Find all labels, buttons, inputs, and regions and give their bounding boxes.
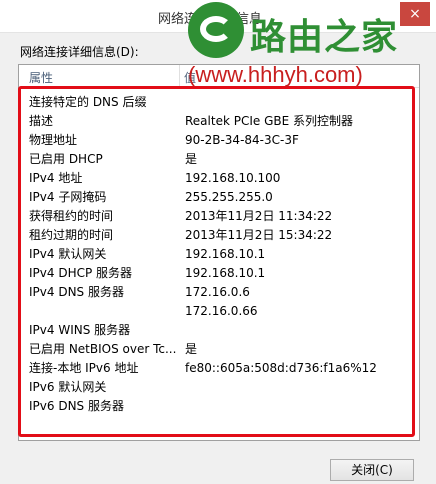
- table-row[interactable]: 连接-本地 IPv6 地址 fe80::605a:508d:d736:f1a6%1…: [29, 359, 414, 378]
- table-row[interactable]: IPv4 DHCP 服务器 192.168.10.1: [29, 264, 414, 283]
- value-cell: 2013年11月2日 11:34:22: [185, 209, 333, 223]
- close-button[interactable]: 关闭(C): [330, 459, 414, 481]
- table-row[interactable]: IPv6 默认网关: [29, 378, 414, 397]
- value-cell: 是: [185, 342, 198, 356]
- table-row[interactable]: IPv6 DNS 服务器: [29, 397, 414, 416]
- window-close-icon[interactable]: ×: [400, 2, 430, 26]
- list-header: 属性 值: [19, 65, 419, 88]
- table-row[interactable]: 172.16.0.66: [29, 302, 414, 321]
- value-cell: 2013年11月2日 15:34:22: [185, 228, 333, 242]
- table-row[interactable]: 租约过期的时间 2013年11月2日 15:34:22: [29, 226, 414, 245]
- details-listview[interactable]: 属性 值 连接特定的 DNS 后缀 描述 Realtek PCIe GBE 系列控制…: [18, 64, 420, 441]
- property-cell: 租约过期的时间: [29, 228, 114, 242]
- details-rows: 连接特定的 DNS 后缀 描述 Realtek PCIe GBE 系列控制器物理地址…: [29, 93, 414, 416]
- value-cell: 192.168.10.1: [185, 247, 266, 261]
- table-row[interactable]: IPv4 DNS 服务器 172.16.0.6: [29, 283, 414, 302]
- property-cell: 连接特定的 DNS 后缀: [29, 95, 147, 109]
- property-cell: IPv4 WINS 服务器: [29, 323, 131, 337]
- value-cell: 是: [185, 152, 198, 166]
- column-header-property[interactable]: 属性: [29, 69, 53, 86]
- value-cell: 172.16.0.66: [185, 304, 258, 318]
- column-header-value[interactable]: 值: [184, 69, 196, 86]
- value-cell: 192.168.10.1: [185, 266, 266, 280]
- property-cell: IPv4 DNS 服务器: [29, 285, 124, 299]
- property-cell: IPv4 DHCP 服务器: [29, 266, 133, 280]
- table-row[interactable]: IPv4 地址 192.168.10.100: [29, 169, 414, 188]
- property-cell: 描述: [29, 114, 54, 128]
- table-row[interactable]: 连接特定的 DNS 后缀: [29, 93, 414, 112]
- table-row[interactable]: 描述 Realtek PCIe GBE 系列控制器: [29, 112, 414, 131]
- property-cell: 物理地址: [29, 133, 78, 147]
- property-cell: IPv4 默认网关: [29, 247, 107, 261]
- property-cell: 已启用 DHCP: [29, 152, 103, 166]
- property-cell: IPv6 默认网关: [29, 380, 107, 394]
- property-cell: 获得租约的时间: [29, 209, 114, 223]
- property-cell: 连接-本地 IPv6 地址: [29, 361, 139, 375]
- table-row[interactable]: IPv4 子网掩码 255.255.255.0: [29, 188, 414, 207]
- window-title: 网络连接详细信息: [158, 12, 263, 27]
- value-cell: Realtek PCIe GBE 系列控制器: [185, 114, 354, 128]
- value-cell: 172.16.0.6: [185, 285, 250, 299]
- value-cell: 255.255.255.0: [185, 190, 273, 204]
- table-row[interactable]: 已启用 DHCP 是: [29, 150, 414, 169]
- table-row[interactable]: IPv4 WINS 服务器: [29, 321, 414, 340]
- value-cell: 192.168.10.100: [185, 171, 281, 185]
- details-label: 网络连接详细信息(D):: [20, 45, 139, 59]
- column-divider[interactable]: [179, 65, 180, 87]
- table-row[interactable]: IPv4 默认网关 192.168.10.1: [29, 245, 414, 264]
- property-cell: 已启用 NetBIOS over Tc...: [29, 342, 177, 356]
- title-bar: 网络连接详细信息 ×: [0, 0, 436, 33]
- table-row[interactable]: 已启用 NetBIOS over Tc... 是: [29, 340, 414, 359]
- value-cell: fe80::605a:508d:d736:f1a6%12: [185, 361, 377, 375]
- property-cell: IPv4 地址: [29, 171, 83, 185]
- table-row[interactable]: 物理地址 90-2B-34-84-3C-3F: [29, 131, 414, 150]
- value-cell: 90-2B-34-84-3C-3F: [185, 133, 299, 147]
- property-cell: IPv6 DNS 服务器: [29, 399, 124, 413]
- property-cell: IPv4 子网掩码: [29, 190, 107, 204]
- table-row[interactable]: 获得租约的时间 2013年11月2日 11:34:22: [29, 207, 414, 226]
